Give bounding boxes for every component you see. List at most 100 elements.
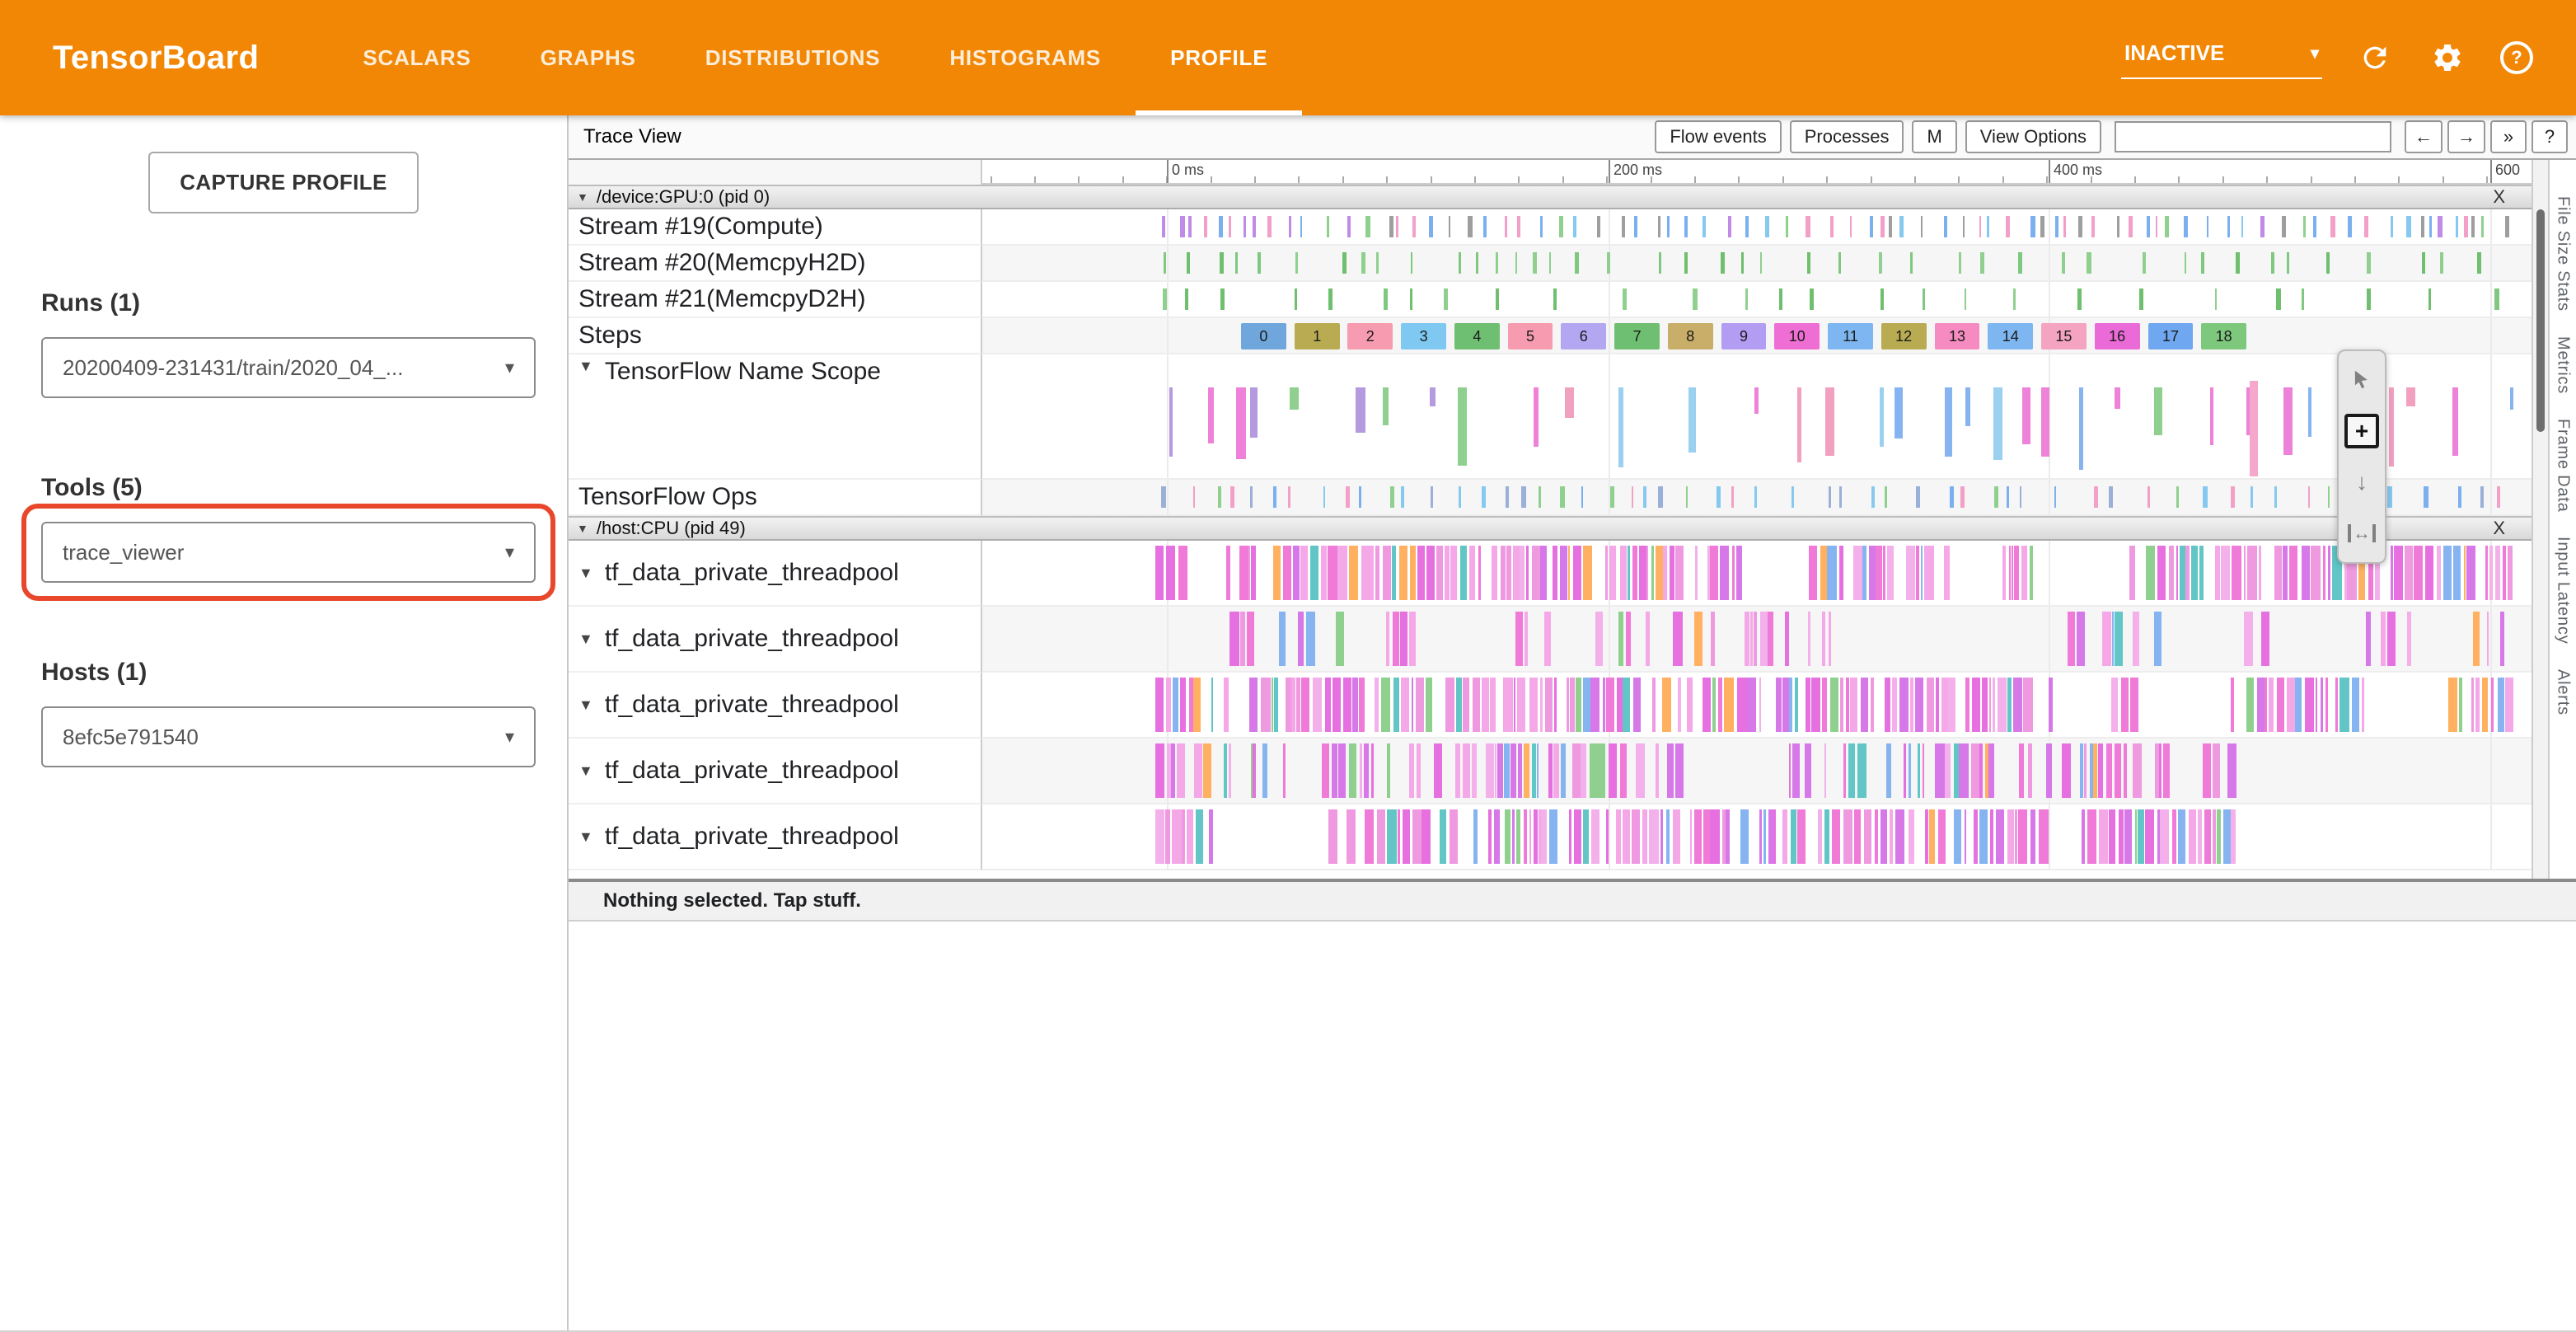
step-block[interactable]: 15	[2041, 323, 2087, 349]
trace-mark	[2139, 288, 2143, 310]
trace-mark	[1646, 546, 1648, 600]
nav-button-3[interactable]: ?	[2532, 120, 2568, 153]
right-tab-input-latency[interactable]: Input Latency	[2554, 537, 2573, 645]
close-section-button[interactable]: X	[2493, 186, 2505, 208]
nav-button-2[interactable]: »	[2490, 120, 2527, 153]
zoom-tool-button[interactable]: +	[2344, 414, 2379, 448]
collapse-icon[interactable]: ▼	[578, 358, 593, 375]
toolbar-button-m[interactable]: M	[1912, 120, 1956, 153]
collapse-icon[interactable]: ▼	[578, 828, 593, 846]
row-label[interactable]: Stream #20(MemcpyH2D)	[569, 246, 982, 282]
row-label[interactable]: ▼tf_data_private_threadpool	[569, 739, 982, 804]
row-track[interactable]	[982, 541, 2532, 607]
step-block[interactable]: 17	[2148, 323, 2194, 349]
row-track[interactable]	[982, 607, 2532, 673]
refresh-icon[interactable]	[2355, 38, 2395, 77]
trace-mark	[1620, 743, 1627, 798]
step-block[interactable]: 3	[1401, 323, 1446, 349]
row-track[interactable]	[982, 480, 2532, 516]
nav-button-0[interactable]: ←	[2405, 120, 2443, 153]
toolbar-button-flow-events[interactable]: Flow events	[1655, 120, 1781, 153]
tab-graphs[interactable]: GRAPHS	[506, 0, 671, 115]
collapse-icon[interactable]: ▼	[578, 631, 593, 648]
step-block[interactable]: 9	[1721, 323, 1767, 349]
step-block[interactable]: 11	[1828, 323, 1873, 349]
timing-tool-button[interactable]: ↔	[2344, 516, 2379, 551]
capture-profile-button[interactable]: CAPTURE PROFILE	[148, 152, 419, 213]
trace-mark	[1253, 216, 1256, 237]
process-section-header[interactable]: ▼/device:GPU:0 (pid 0)X	[569, 185, 2532, 209]
row-label[interactable]: Steps	[569, 318, 982, 354]
step-block[interactable]: 16	[2095, 323, 2140, 349]
runs-select[interactable]: 20200409-231431/train/2020_04_... ▾	[41, 337, 536, 398]
trace-search-input[interactable]	[2115, 121, 2391, 152]
right-tab-frame-data[interactable]: Frame Data	[2554, 419, 2573, 513]
collapse-icon[interactable]: ▼	[578, 762, 593, 780]
row-label[interactable]: Stream #19(Compute)	[569, 209, 982, 246]
step-block[interactable]: 13	[1935, 323, 1980, 349]
trace-mark	[1203, 743, 1211, 798]
gear-icon[interactable]	[2428, 38, 2467, 77]
vertical-scrollbar[interactable]	[2532, 160, 2548, 879]
status-dropdown[interactable]: INACTIVE ▾	[2121, 37, 2322, 79]
toolbar-button-processes[interactable]: Processes	[1790, 120, 1904, 153]
row-track[interactable]: 0123456789101112131415161718	[982, 318, 2532, 354]
row-track[interactable]	[982, 804, 2532, 870]
row-label[interactable]: ▼tf_data_private_threadpool	[569, 541, 982, 607]
trace-mark	[1336, 612, 1344, 666]
row-label[interactable]: Stream #21(MemcpyD2H)	[569, 282, 982, 318]
step-block[interactable]: 5	[1508, 323, 1553, 349]
row-track[interactable]	[982, 739, 2532, 804]
step-block[interactable]: 10	[1774, 323, 1820, 349]
row-label[interactable]: ▼tf_data_private_threadpool	[569, 673, 982, 739]
row-track[interactable]	[982, 673, 2532, 739]
select-tool-button[interactable]	[2344, 363, 2379, 397]
trace-mark	[1906, 546, 1915, 600]
step-block[interactable]: 12	[1881, 323, 1927, 349]
tab-histograms[interactable]: HISTOGRAMS	[915, 0, 1136, 115]
row-track[interactable]	[982, 282, 2532, 318]
hosts-select[interactable]: 8efc5e791540 ▾	[41, 706, 536, 767]
nav-button-1[interactable]: →	[2447, 120, 2485, 153]
pan-tool-button[interactable]: ↓	[2344, 465, 2379, 500]
tab-scalars[interactable]: SCALARS	[328, 0, 505, 115]
help-icon[interactable]: ?	[2500, 41, 2533, 74]
collapse-icon[interactable]: ▼	[577, 522, 588, 535]
collapse-icon[interactable]: ▼	[578, 565, 593, 582]
row-label[interactable]: ▼tf_data_private_threadpool	[569, 804, 982, 870]
right-tab-metrics[interactable]: Metrics	[2554, 336, 2573, 394]
right-tab-alerts[interactable]: Alerts	[2554, 669, 2573, 715]
row-track[interactable]	[982, 246, 2532, 282]
collapse-icon[interactable]: ▼	[577, 190, 588, 204]
step-block[interactable]: 18	[2201, 323, 2246, 349]
trace-mark	[1688, 387, 1696, 453]
row-track[interactable]	[982, 209, 2532, 246]
step-block[interactable]: 1	[1295, 323, 1340, 349]
trace-mark	[1306, 612, 1315, 666]
right-tab-file-size-stats[interactable]: File Size Stats	[2554, 196, 2573, 312]
scrollbar-thumb[interactable]	[2536, 209, 2545, 432]
trace-mark	[2481, 216, 2484, 237]
collapse-icon[interactable]: ▼	[578, 696, 593, 714]
tab-distributions[interactable]: DISTRIBUTIONS	[671, 0, 916, 115]
row-label[interactable]: ▼TensorFlow Name Scope	[569, 354, 982, 480]
step-block[interactable]: 6	[1561, 323, 1606, 349]
tab-profile[interactable]: PROFILE	[1136, 0, 1302, 115]
trace-mark	[1349, 546, 1358, 600]
row-label[interactable]: TensorFlow Ops	[569, 480, 982, 516]
step-block[interactable]: 7	[1614, 323, 1660, 349]
close-section-button[interactable]: X	[2493, 518, 2505, 539]
row-track[interactable]	[982, 354, 2532, 480]
step-block[interactable]: 2	[1347, 323, 1393, 349]
tools-select[interactable]: trace_viewer ▾	[41, 522, 536, 583]
trace-mark	[2487, 612, 2489, 666]
process-section-header[interactable]: ▼/host:CPU (pid 49)X	[569, 516, 2532, 541]
step-block[interactable]: 14	[1988, 323, 2033, 349]
step-block[interactable]: 8	[1668, 323, 1713, 349]
toolbar-button-view-options[interactable]: View Options	[1965, 120, 2101, 153]
trace-mark	[1854, 809, 1861, 864]
step-block[interactable]: 0	[1241, 323, 1286, 349]
trace-mark	[2215, 546, 2221, 600]
step-block[interactable]: 4	[1454, 323, 1500, 349]
row-label[interactable]: ▼tf_data_private_threadpool	[569, 607, 982, 673]
